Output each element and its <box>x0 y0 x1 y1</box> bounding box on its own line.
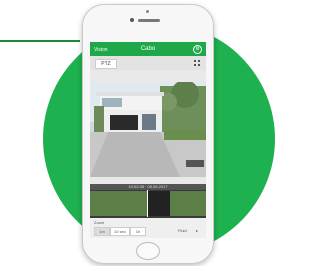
grid-view-icon[interactable] <box>194 60 200 66</box>
phone-mockup: Vision Cabo ⚙ PTZ 10:02:38 · 05.06.2017 … <box>82 4 214 264</box>
camera-feed-image <box>90 82 206 177</box>
playback-rate-label[interactable]: Fluid <box>178 228 187 233</box>
zoom-option[interactable]: 1m <box>94 227 110 236</box>
timeline-timestamp: 10:02:38 · 05.06.2017 <box>90 184 206 190</box>
chevron-right-icon[interactable]: ▸ <box>196 228 198 233</box>
zoom-option[interactable]: 1h <box>130 227 146 236</box>
playhead[interactable] <box>147 190 148 217</box>
recording-segment[interactable] <box>90 191 147 216</box>
camera-toolbar: PTZ <box>90 56 206 70</box>
zoom-label: Zoom <box>94 220 105 225</box>
zoom-option[interactable]: 10 sec <box>110 227 130 236</box>
app-bar: Vision Cabo ⚙ <box>90 42 206 56</box>
ptz-button[interactable]: PTZ <box>95 59 117 69</box>
accent-line <box>0 40 80 42</box>
recording-segment[interactable] <box>170 191 206 216</box>
settings-icon[interactable]: ⚙ <box>193 45 202 54</box>
home-button[interactable] <box>136 242 160 260</box>
sensor-dot <box>146 10 149 13</box>
gap-segment[interactable] <box>147 191 170 216</box>
playback-controls: Zoom 1m 10 sec 1h Fluid ▸ <box>90 218 206 238</box>
app-screen: Vision Cabo ⚙ PTZ 10:02:38 · 05.06.2017 … <box>90 42 206 238</box>
camera-live-view[interactable] <box>90 82 206 177</box>
front-camera <box>130 18 134 22</box>
playback-timeline[interactable]: 10:02:38 · 05.06.2017 <box>90 184 206 218</box>
screen-title: Cabo <box>140 46 156 52</box>
earpiece-speaker <box>138 19 160 22</box>
